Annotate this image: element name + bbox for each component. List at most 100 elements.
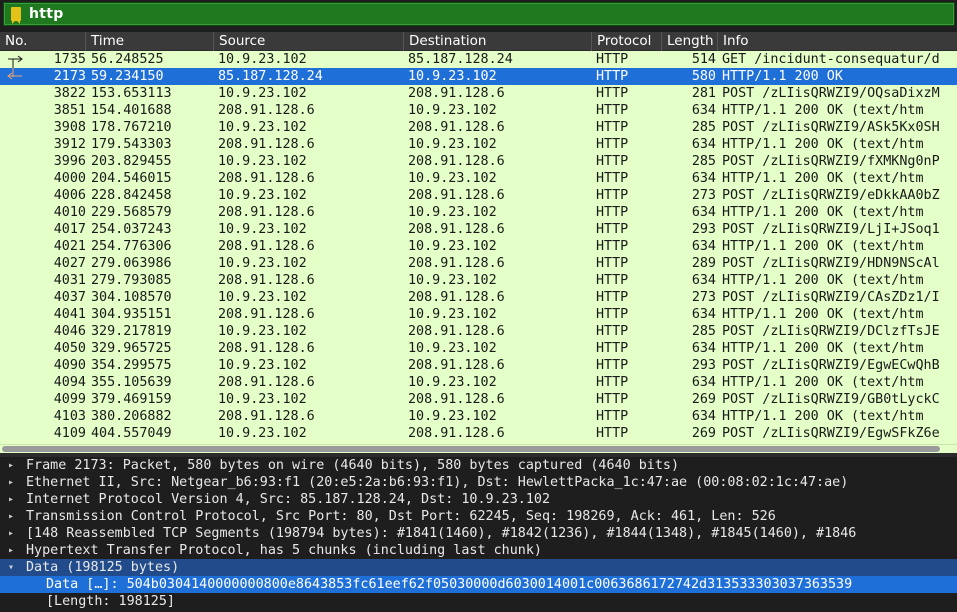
collapse-arrow-icon[interactable]: ▾ <box>8 559 18 576</box>
expand-arrow-icon[interactable]: ▸ <box>8 525 18 542</box>
detail-tree-item[interactable]: ▸ Transmission Control Protocol, Src Port… <box>0 508 957 525</box>
packet-info: HTTP/1.1 200 OK (text/htm <box>722 137 924 152</box>
packet-no: 4010 <box>53 205 86 220</box>
detail-tree-label: [148 Reassembled TCP Segments (198794 by… <box>26 526 857 541</box>
packet-row[interactable]: 3822 153.653113 10.9.23.102 208.91.128.6 HTT… <box>0 85 957 102</box>
detail-tree-item[interactable]: ▸ Frame 2173: Packet, 580 bytes on wire (… <box>0 457 957 474</box>
packet-no: 4099 <box>53 392 86 407</box>
detail-tree-label: Frame 2173: Packet, 580 bytes on wire (4… <box>26 458 680 473</box>
packet-destination: 208.91.128.6 <box>408 426 505 441</box>
packet-source: 208.91.128.6 <box>218 137 315 152</box>
packet-length: 293 <box>691 222 716 237</box>
packet-protocol: HTTP <box>596 222 629 237</box>
packet-row[interactable]: 4041 304.935151 208.91.128.6 10.9.23.102 HTT… <box>0 306 957 323</box>
packet-time: 59.234150 <box>91 69 164 84</box>
packet-destination: 10.9.23.102 <box>408 205 497 220</box>
packet-row[interactable]: 4094 355.105639 208.91.128.6 10.9.23.102 HTT… <box>0 374 957 391</box>
packet-list-header: No. Time Source Destination Protocol Len… <box>0 32 957 51</box>
column-header-info[interactable]: Info <box>718 32 957 51</box>
expand-arrow-icon[interactable]: ▸ <box>8 542 18 559</box>
request-arrow-icon <box>8 55 23 68</box>
packet-length: 269 <box>691 392 716 407</box>
packet-info: HTTP/1.1 200 OK <box>722 69 843 84</box>
data-bytes-item[interactable]: Data […]: 504b0304140000000800e8643853fc… <box>0 576 957 593</box>
packet-source: 208.91.128.6 <box>218 307 315 322</box>
packet-protocol: HTTP <box>596 205 629 220</box>
packet-time: 254.037243 <box>91 222 172 237</box>
column-header-length[interactable]: Length <box>662 32 718 51</box>
packet-info: POST /zLIisQRWZI9/GB0tLyckC <box>722 392 940 407</box>
packet-row[interactable]: 4109 404.557049 10.9.23.102 208.91.128.6 HTT… <box>0 425 957 442</box>
scrollbar-thumb[interactable] <box>2 446 940 452</box>
expand-arrow-icon[interactable]: ▸ <box>8 491 18 508</box>
packet-row[interactable]: 4046 329.217819 10.9.23.102 208.91.128.6 HTT… <box>0 323 957 340</box>
expand-arrow-icon[interactable]: ▸ <box>8 457 18 474</box>
packet-row[interactable]: 3908 178.767210 10.9.23.102 208.91.128.6 HTT… <box>0 119 957 136</box>
packet-destination: 10.9.23.102 <box>408 103 497 118</box>
packet-length: 289 <box>691 256 716 271</box>
packet-row[interactable]: 4027 279.063986 10.9.23.102 208.91.128.6 HTT… <box>0 255 957 272</box>
column-header-protocol[interactable]: Protocol <box>592 32 662 51</box>
packet-time: 404.557049 <box>91 426 172 441</box>
packet-row[interactable]: 3851 154.401688 208.91.128.6 10.9.23.102 HTT… <box>0 102 957 119</box>
packet-row[interactable]: 3996 203.829455 10.9.23.102 208.91.128.6 HTT… <box>0 153 957 170</box>
packet-details-tree[interactable]: ▸ Frame 2173: Packet, 580 bytes on wire (… <box>0 457 957 612</box>
packet-no: 3908 <box>53 120 86 135</box>
packet-row[interactable]: 4037 304.108570 10.9.23.102 208.91.128.6 HTT… <box>0 289 957 306</box>
packet-source: 10.9.23.102 <box>218 86 307 101</box>
packet-length: 634 <box>691 409 716 424</box>
detail-tree-label: Data (198125 bytes) <box>26 560 180 575</box>
packet-source: 208.91.128.6 <box>218 409 315 424</box>
packet-protocol: HTTP <box>596 103 629 118</box>
expand-arrow-icon[interactable]: ▸ <box>8 508 18 525</box>
packet-row[interactable]: 4031 279.793085 208.91.128.6 10.9.23.102 HTT… <box>0 272 957 289</box>
packet-list[interactable]: 1735 56.248525 10.9.23.102 85.187.128.24 HTT… <box>0 51 957 444</box>
detail-tree-item[interactable]: ▸ [148 Reassembled TCP Segments (198794 b… <box>0 525 957 542</box>
column-header-source[interactable]: Source <box>214 32 404 51</box>
packet-no: 4006 <box>53 188 86 203</box>
packet-row[interactable]: 4099 379.469159 10.9.23.102 208.91.128.6 HTT… <box>0 391 957 408</box>
display-filter-input[interactable]: http <box>4 3 954 25</box>
detail-tree-item[interactable]: ▸ Hypertext Transfer Protocol, has 5 chun… <box>0 542 957 559</box>
packet-time: 56.248525 <box>91 52 164 67</box>
packet-time: 178.767210 <box>91 120 172 135</box>
packet-row[interactable]: 4017 254.037243 10.9.23.102 208.91.128.6 HTT… <box>0 221 957 238</box>
packet-time: 304.935151 <box>91 307 172 322</box>
packet-no: 4000 <box>53 171 86 186</box>
packet-protocol: HTTP <box>596 341 629 356</box>
packet-time: 329.217819 <box>91 324 172 339</box>
detail-tree-item[interactable]: ▾ Data (198125 bytes) <box>0 559 957 576</box>
packet-protocol: HTTP <box>596 256 629 271</box>
packet-row[interactable]: 3912 179.543303 208.91.128.6 10.9.23.102 HTT… <box>0 136 957 153</box>
packet-row[interactable]: 4006 228.842458 10.9.23.102 208.91.128.6 HTT… <box>0 187 957 204</box>
packet-destination: 208.91.128.6 <box>408 256 505 271</box>
packet-row[interactable]: 4090 354.299575 10.9.23.102 208.91.128.6 HTT… <box>0 357 957 374</box>
packet-protocol: HTTP <box>596 86 629 101</box>
packet-info: HTTP/1.1 200 OK (text/htm <box>722 409 924 424</box>
column-header-destination[interactable]: Destination <box>404 32 592 51</box>
detail-tree-item[interactable]: ▸ Internet Protocol Version 4, Src: 85.18… <box>0 491 957 508</box>
packet-no: 3996 <box>53 154 86 169</box>
expand-arrow-icon[interactable]: ▸ <box>8 474 18 491</box>
packet-source: 10.9.23.102 <box>218 188 307 203</box>
column-header-no[interactable]: No. <box>0 32 86 51</box>
packet-row[interactable]: 4010 229.568579 208.91.128.6 10.9.23.102 HTT… <box>0 204 957 221</box>
packet-info: POST /zLIisQRWZI9/OQsaDixzM <box>722 86 940 101</box>
packet-length: 634 <box>691 307 716 322</box>
detail-tree-label: Hypertext Transfer Protocol, has 5 chunk… <box>26 543 542 558</box>
packet-time: 329.965725 <box>91 341 172 356</box>
column-header-time[interactable]: Time <box>86 32 214 51</box>
packet-row[interactable]: 4021 254.776306 208.91.128.6 10.9.23.102 HTT… <box>0 238 957 255</box>
packet-row[interactable]: 1735 56.248525 10.9.23.102 85.187.128.24 HTT… <box>0 51 957 68</box>
detail-tree-item[interactable]: ▸ Ethernet II, Src: Netgear_b6:93:f1 (20:… <box>0 474 957 491</box>
packet-protocol: HTTP <box>596 358 629 373</box>
packet-time: 304.108570 <box>91 290 172 305</box>
bookmark-icon[interactable] <box>11 7 21 24</box>
packet-length: 273 <box>691 188 716 203</box>
packet-row[interactable]: 4050 329.965725 208.91.128.6 10.9.23.102 HTT… <box>0 340 957 357</box>
packet-length: 634 <box>691 171 716 186</box>
packet-row[interactable]: 4103 380.206882 208.91.128.6 10.9.23.102 HTT… <box>0 408 957 425</box>
packet-row-selected[interactable]: 2173 59.234150 85.187.128.24 10.9.23.102 HTT… <box>0 68 957 85</box>
packet-row[interactable]: 4000 204.546015 208.91.128.6 10.9.23.102 HTT… <box>0 170 957 187</box>
data-length-item[interactable]: [Length: 198125] <box>0 593 957 610</box>
